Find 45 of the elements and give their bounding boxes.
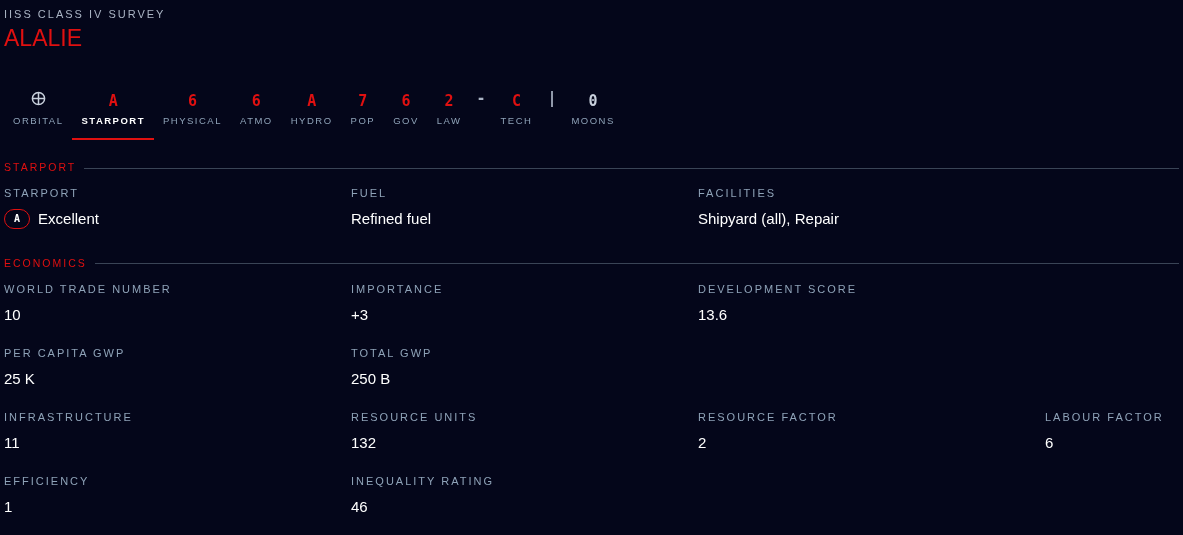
field-label: RESOURCE UNITS [351,409,479,424]
field-value: 2 [698,432,707,453]
field-label: STARPORT [4,186,80,200]
field-label: FACILITIES [698,186,778,200]
tab[interactable]: 6 ATMO [231,84,282,141]
field-label: IMPORTANCE [351,281,445,296]
field-value: Excellent [38,209,99,229]
subtitle: IISS CLASS IV SURVEY [4,7,167,21]
field-label: PER CAPITA GWP [4,345,127,360]
field-value: +3 [351,304,369,325]
field-label: RESOURCE FACTOR [698,409,839,424]
field-value: 6 [1045,432,1054,453]
tab[interactable]: A STARPORT [72,84,154,141]
field-label: INEQUALITY RATING [351,473,495,488]
separator: | [546,88,558,109]
field-label: INFRASTRUCTURE [4,409,134,424]
tab[interactable]: 6 PHYSICAL [154,84,231,141]
world-title: ALALIE [4,24,83,53]
tab[interactable]: ORBITAL [4,83,73,141]
tab[interactable]: 2 LAW [427,84,471,141]
field-label: LABOUR FACTOR [1045,409,1165,424]
tab[interactable]: A HYDRO [281,84,342,141]
field-value: Refined fuel [351,209,432,229]
field-value: 13.6 [698,304,728,325]
section-heading: ECONOMICS [4,256,87,271]
field-label: FUEL [351,186,389,200]
field-label: DEVELOPMENT SCORE [698,281,859,296]
field-label: TOTAL GWP [351,345,434,360]
tab[interactable]: 7 POP [341,84,385,141]
tab[interactable]: 6 GOV [384,84,428,141]
field-value: 250 B [351,368,391,389]
tab[interactable]: C TECH [491,84,542,141]
section-heading: STARPORT [4,160,77,176]
field-value: 11 [4,432,20,453]
field-value: 25 K [4,368,35,389]
field-label: EFFICIENCY [4,473,91,488]
field-value: 132 [351,432,377,453]
tab[interactable]: 0 MOONS [562,84,624,141]
separator: - [475,88,487,109]
field-value: 10 [4,304,21,325]
field-value: Shipyard (all), Repair [698,209,839,229]
field-value: 1 [4,496,13,517]
globe-icon [30,91,46,106]
field-label: WORLD TRADE NUMBER [4,281,173,296]
field-value: 46 [351,496,368,517]
